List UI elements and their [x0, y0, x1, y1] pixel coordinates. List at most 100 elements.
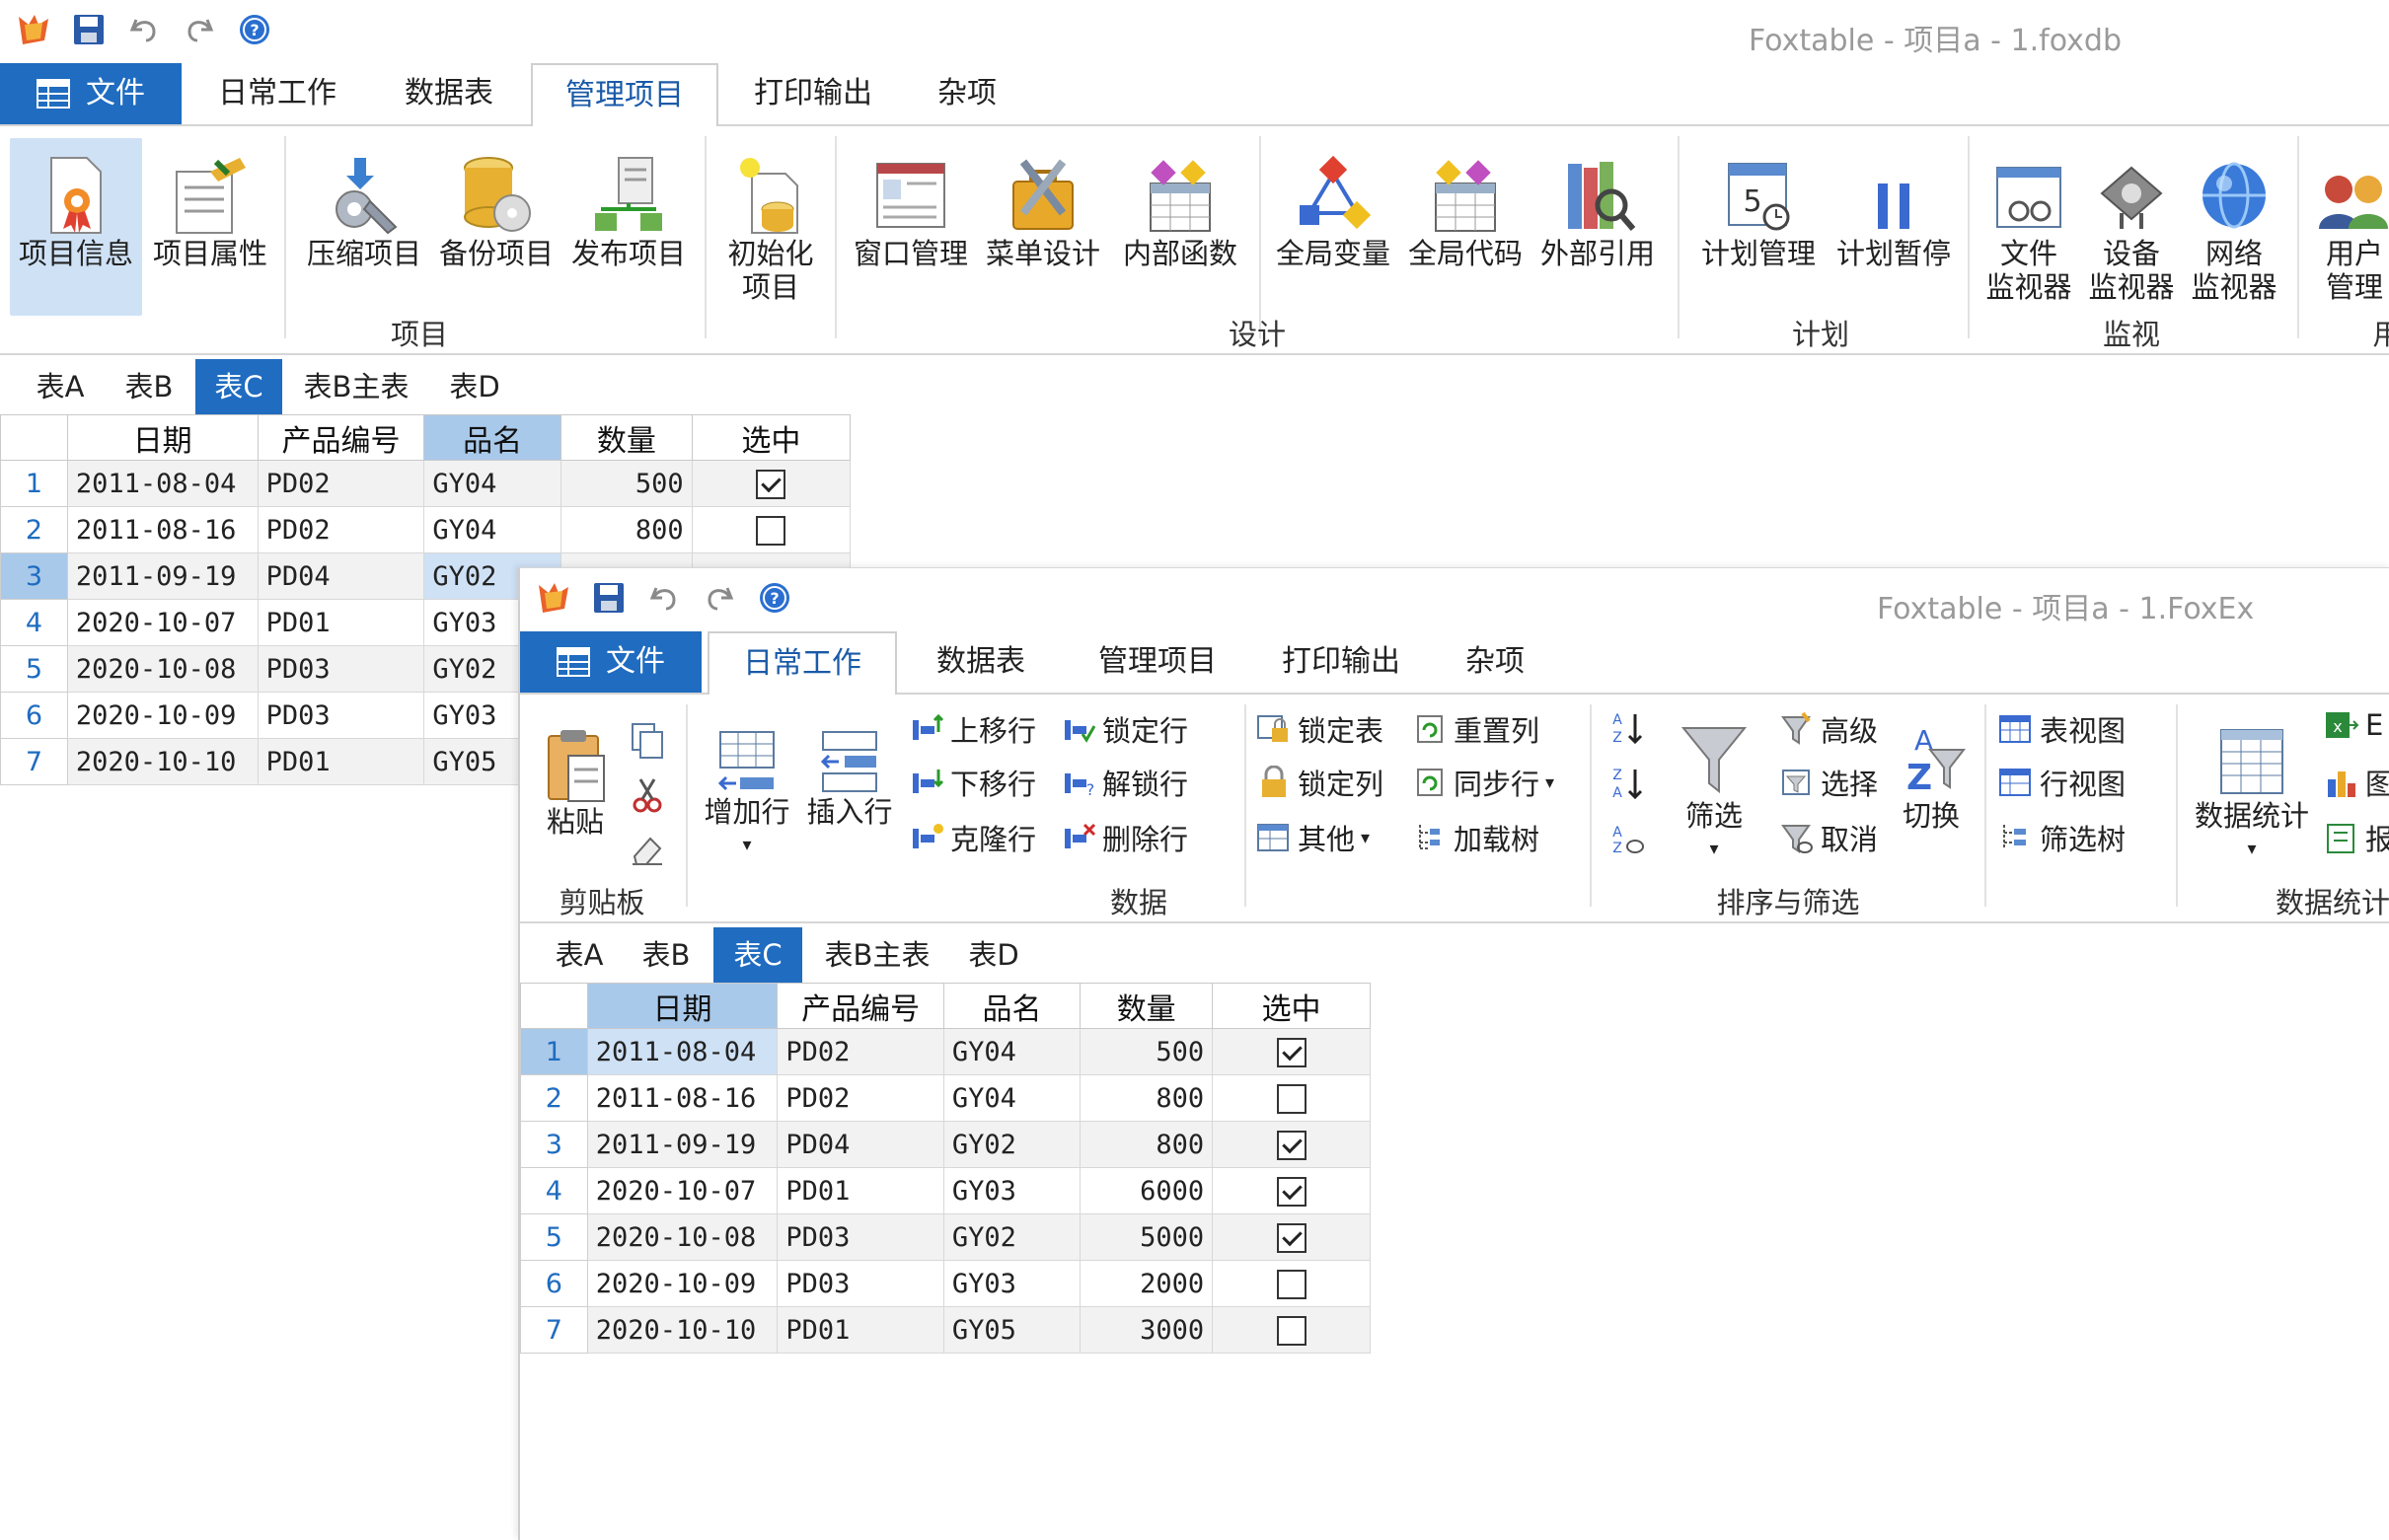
row-number[interactable]: 4 [0, 599, 68, 646]
lock-column-button[interactable]: 锁定列 [1256, 762, 1383, 803]
menu-manage-project[interactable]: 管理项目 [531, 63, 718, 130]
initialize-project-button[interactable]: 初始化 项目 [716, 138, 825, 304]
help-icon[interactable]: ? [233, 8, 276, 51]
other-button[interactable]: 其他 ▾ [1256, 817, 1370, 858]
export-excel-button[interactable]: xE [2324, 708, 2383, 742]
cell-selected[interactable] [1212, 1213, 1371, 1261]
row-number[interactable]: 5 [520, 1213, 588, 1261]
cell-product-name[interactable]: GY04 [423, 460, 561, 507]
schedule-pause-button[interactable]: 计划暂停 [1829, 138, 1958, 270]
filter-button[interactable]: 筛选 ▾ [1665, 706, 1763, 866]
cell-date[interactable]: 2020-10-10 [586, 1306, 779, 1354]
column-header-date[interactable]: 日期 [586, 983, 779, 1029]
cut-button[interactable] [629, 775, 666, 813]
menu-design-button[interactable]: 菜单设计 [979, 138, 1107, 270]
add-row-button[interactable]: 增加行 ▾ [698, 706, 796, 862]
tab-table-c[interactable]: 表C [195, 359, 282, 414]
device-monitor-button[interactable]: 设备 监视器 [2082, 138, 2181, 304]
cell-quantity[interactable]: 6000 [1080, 1167, 1214, 1214]
tab-table-d[interactable]: 表D [434, 359, 515, 414]
unlock-row-button[interactable]: ? 解锁行 [1063, 762, 1188, 803]
cell-date[interactable]: 2020-10-10 [66, 738, 259, 785]
checkbox-unchecked[interactable] [1276, 1315, 1306, 1346]
network-monitor-button[interactable]: 网络 监视器 [2185, 138, 2283, 304]
dropdown-arrow-icon[interactable]: ▾ [1545, 772, 1554, 793]
project-properties-button[interactable]: 项目属性 [146, 138, 274, 270]
column-header-quantity[interactable]: 数量 [560, 414, 693, 461]
sync-row-button[interactable]: 同步行 ▾ [1414, 762, 1554, 803]
sort-ascending-button[interactable]: AZ [1607, 708, 1647, 748]
select-filter-button[interactable]: 选择 [1779, 762, 1878, 803]
table-view-button[interactable]: 表视图 [1998, 708, 2126, 750]
table-row[interactable]: 5 2020-10-08 PD03 GY02 5000 [520, 1213, 1371, 1261]
copy-button[interactable] [629, 722, 666, 760]
cell-product-code[interactable]: PD02 [777, 1028, 944, 1075]
publish-project-button[interactable]: 发布项目 [564, 138, 693, 270]
row-view-button[interactable]: 行视图 [1998, 762, 2126, 803]
menu-daily-work[interactable]: 日常工作 [193, 63, 361, 124]
cell-product-name[interactable]: GY04 [942, 1074, 1082, 1122]
schedule-manage-button[interactable]: 5 计划管理 [1689, 138, 1828, 270]
row-number[interactable]: 1 [0, 460, 68, 507]
window-manage-button[interactable]: 窗口管理 [847, 138, 975, 270]
row-number[interactable]: 4 [520, 1167, 588, 1214]
tab-table-b[interactable]: 表B [627, 927, 706, 983]
cell-product-code[interactable]: PD04 [777, 1121, 944, 1168]
redo-icon[interactable] [178, 8, 221, 51]
row-number[interactable]: 6 [520, 1260, 588, 1307]
row-number[interactable]: 3 [520, 1121, 588, 1168]
cell-product-code[interactable]: PD03 [257, 645, 425, 693]
eraser-button[interactable] [629, 831, 666, 868]
cell-quantity[interactable]: 800 [1080, 1121, 1214, 1168]
tab-table-a[interactable]: 表A [20, 359, 101, 414]
cell-date[interactable]: 2011-08-16 [586, 1074, 779, 1122]
delete-row-button[interactable]: 删除行 [1063, 817, 1188, 858]
compress-project-button[interactable]: 压缩项目 [300, 138, 428, 270]
clear-sort-button[interactable]: AZ [1607, 819, 1647, 858]
cell-selected[interactable] [1212, 1260, 1371, 1307]
tab-table-b-master[interactable]: 表B主表 [810, 927, 944, 983]
undo-icon[interactable] [642, 576, 686, 620]
cell-product-code[interactable]: PD03 [257, 692, 425, 739]
cell-product-name[interactable]: GY03 [942, 1167, 1082, 1214]
column-header-selected[interactable]: 选中 [1212, 983, 1371, 1029]
cell-product-code[interactable]: PD02 [777, 1074, 944, 1122]
tab-table-c[interactable]: 表C [713, 927, 802, 983]
cell-selected[interactable] [1212, 1074, 1371, 1122]
menu-misc[interactable]: 杂项 [1436, 631, 1554, 693]
cell-selected[interactable] [1212, 1121, 1371, 1168]
cell-product-name[interactable]: GY03 [942, 1260, 1082, 1307]
data-statistics-button[interactable]: 数据统计 ▾ [2188, 706, 2316, 866]
checkbox-checked[interactable] [1276, 1130, 1306, 1160]
table-row[interactable]: 2 2011-08-16 PD02 GY04 800 [520, 1074, 1371, 1122]
global-variables-button[interactable]: 全局变量 [1269, 138, 1397, 270]
cell-date[interactable]: 2011-08-16 [66, 506, 259, 553]
cell-product-code[interactable]: PD03 [777, 1260, 944, 1307]
column-header-product-name[interactable]: 品名 [942, 983, 1082, 1029]
cell-product-code[interactable]: PD01 [777, 1306, 944, 1354]
load-tree-button[interactable]: 加载树 [1414, 817, 1539, 858]
cell-product-code[interactable]: PD02 [257, 506, 425, 553]
cell-quantity[interactable]: 800 [1080, 1074, 1214, 1122]
dropdown-arrow-icon[interactable]: ▾ [2188, 833, 2316, 866]
tab-table-d[interactable]: 表D [954, 927, 1033, 983]
cell-selected[interactable] [691, 460, 852, 507]
help-icon[interactable]: ? [753, 576, 796, 620]
lock-row-button[interactable]: 锁定行 [1063, 708, 1188, 750]
file-monitor-button[interactable]: 文件 监视器 [1979, 138, 2078, 304]
cell-quantity[interactable]: 2000 [1080, 1260, 1214, 1307]
advanced-filter-button[interactable]: 高级 [1779, 708, 1878, 750]
save-icon[interactable] [67, 8, 111, 51]
column-header-selected[interactable]: 选中 [691, 414, 852, 461]
move-up-button[interactable]: 上移行 [911, 708, 1036, 750]
cell-date[interactable]: 2011-09-19 [586, 1121, 779, 1168]
cell-selected[interactable] [691, 506, 852, 553]
dropdown-arrow-icon[interactable]: ▾ [698, 829, 796, 862]
table-row[interactable]: 1 2011-08-04 PD02 GY04 500 [0, 460, 852, 507]
tab-table-b[interactable]: 表B [109, 359, 189, 414]
cell-product-name[interactable]: GY04 [942, 1028, 1082, 1075]
tab-table-b-master[interactable]: 表B主表 [290, 359, 422, 414]
table-row[interactable]: 7 2020-10-10 PD01 GY05 3000 [520, 1306, 1371, 1354]
cell-quantity[interactable]: 500 [560, 460, 693, 507]
toggle-filter-button[interactable]: AZ 切换 [1892, 706, 1971, 833]
